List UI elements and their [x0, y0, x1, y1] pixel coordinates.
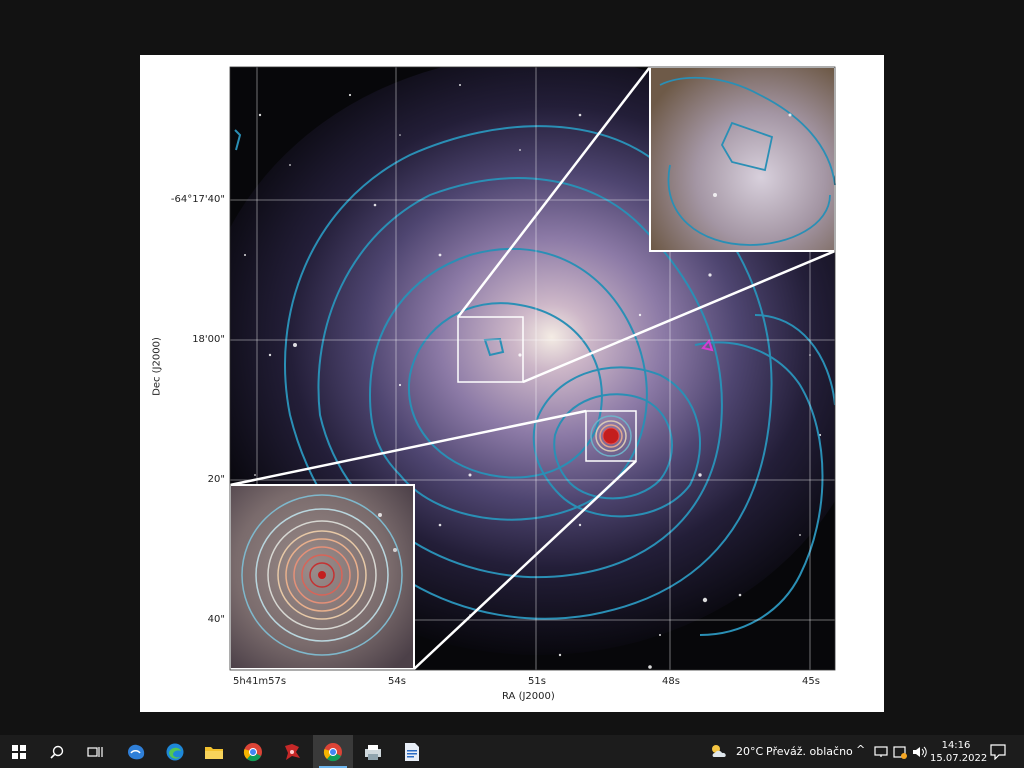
y-tick-label-2: 18'00": [192, 334, 225, 345]
y-tick-label-3: 20": [207, 474, 225, 485]
y-tick-label-1: -64°17'40": [170, 194, 225, 205]
start-button[interactable]: [0, 735, 38, 768]
image-viewer: -64°17'40" 18'00" 20" 40" 5h41m57s 54s 5…: [0, 0, 1024, 735]
task-view-icon: [87, 746, 103, 757]
chrome-icon: [323, 742, 342, 761]
x-tick-label-1: 5h41m57s: [233, 676, 287, 687]
taskbar-app-printer[interactable]: [354, 735, 392, 768]
windows-logo-icon: [12, 744, 26, 759]
taskbar-app-notepad[interactable]: [393, 735, 431, 768]
x-tick-label-3: 51s: [528, 676, 546, 687]
edge-browser-icon: [166, 743, 184, 760]
system-clock[interactable]: 14:16 15.07.2022: [930, 739, 988, 765]
weather-condition: Převáž. oblačno: [766, 745, 853, 758]
red-app-icon: [285, 743, 300, 760]
clock-date: 15.07.2022: [930, 753, 988, 764]
taskbar-app-file-explorer[interactable]: [195, 735, 233, 768]
search-button[interactable]: [38, 735, 76, 768]
notification-center-icon[interactable]: [990, 744, 1006, 760]
chrome-icon: [243, 742, 262, 761]
zoom-inset-top-right: [649, 66, 836, 252]
astronomy-figure: -64°17'40" 18'00" 20" 40" 5h41m57s 54s 5…: [140, 55, 884, 712]
x-tick-label-2: 54s: [388, 676, 406, 687]
y-tick-label-4: 40": [207, 614, 225, 625]
taskbar-app-chrome-active[interactable]: [313, 735, 353, 768]
document-icon: [405, 742, 419, 761]
zoom-inset-bottom-left: [229, 484, 415, 670]
mail-app-icon: [128, 744, 145, 759]
y-axis-title: Dec (J2000): [151, 337, 163, 396]
printer-icon: [365, 744, 381, 760]
x-tick-label-5: 45s: [802, 676, 820, 687]
network-icon[interactable]: [874, 746, 888, 758]
clock-time: 14:16: [941, 740, 971, 751]
weather-widget[interactable]: [710, 743, 730, 763]
volume-icon[interactable]: [912, 746, 928, 758]
cloud-sun-icon: [712, 745, 726, 757]
taskbar-app-edge[interactable]: [156, 735, 194, 768]
search-icon: [50, 745, 64, 759]
task-view-button[interactable]: [76, 735, 114, 768]
windows-taskbar: 20°C Převáž. oblačno ^ 14:16 15.07.2022: [0, 735, 1024, 768]
folder-icon: [205, 746, 223, 759]
galaxy-plot: [229, 66, 836, 671]
weather-temperature: 20°C: [736, 745, 764, 758]
taskbar-app-chrome[interactable]: [234, 735, 272, 768]
tray-overflow-chevron-icon[interactable]: ^: [856, 743, 865, 756]
battery-warning-icon[interactable]: [893, 745, 907, 759]
x-tick-label-4: 48s: [662, 676, 680, 687]
taskbar-app-mail[interactable]: [117, 735, 155, 768]
taskbar-app-red[interactable]: [273, 735, 311, 768]
x-axis-title: RA (J2000): [502, 691, 555, 702]
